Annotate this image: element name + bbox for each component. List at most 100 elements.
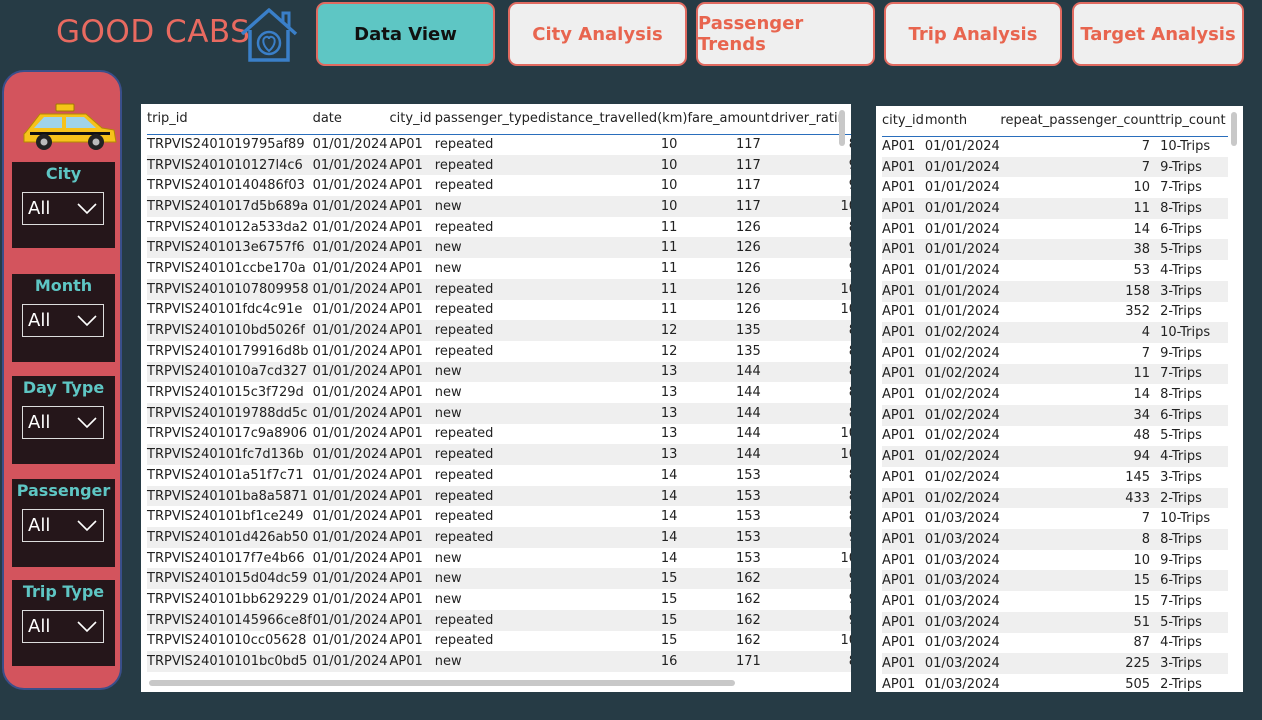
- trips-table-row[interactable]: TRPVIS2401013e6757f6 01/01/2024 AP01 new 11 1…: [147, 237, 851, 259]
- trips-table-row[interactable]: TRPVIS2401019795af89 01/01/2024 AP01 repeat…: [147, 134, 851, 155]
- trips-cell: TRPVIS240101fc7d136b: [147, 444, 313, 465]
- repeat-cell: AP01: [882, 221, 916, 237]
- trips-table-row[interactable]: TRPVIS240101bf1ce249 01/01/2024 AP01 repeat…: [147, 506, 851, 527]
- trips-cell: 10: [537, 196, 688, 217]
- repeat-column-header[interactable]: trip_count: [1160, 106, 1228, 137]
- repeat-table-row[interactable]: AP01 01/03/2024 15 7-Trips: [882, 591, 1228, 612]
- trip-type-dropdown-value: All: [28, 616, 51, 637]
- repeat-cell: 01/03/2024: [924, 611, 1001, 633]
- repeat-table-row[interactable]: AP01 01/01/2024 10 7-Trips: [882, 177, 1228, 198]
- repeat-table-row[interactable]: AP01 01/01/2024 38 5-Trips: [882, 239, 1228, 261]
- trips-column-header[interactable]: passenger_type: [434, 104, 538, 135]
- repeat-table-row[interactable]: AP01 01/03/2024 8 8-Trips: [882, 529, 1228, 550]
- repeat-cell: 8-Trips: [1160, 198, 1228, 219]
- trips-table-row[interactable]: TRPVIS240101fc7d136b 01/01/2024 AP01 repeat…: [147, 444, 851, 465]
- repeat-table-row[interactable]: AP01 01/03/2024 7 10-Trips: [882, 508, 1228, 529]
- trips-cell: 01/01/2024: [312, 609, 390, 631]
- trips-cell: new: [434, 196, 538, 217]
- trips-table-row[interactable]: TRPVIS24010107809958 01/01/2024 AP01 repeat…: [147, 278, 851, 300]
- trips-table-row[interactable]: TRPVIS240101ba8a5871 01/01/2024 AP01 repeat…: [147, 485, 851, 507]
- trips-table-row[interactable]: TRPVIS240101d426ab50 01/01/2024 AP01 repeat…: [147, 527, 851, 548]
- repeat-table-row[interactable]: AP01 01/01/2024 53 4-Trips: [882, 260, 1228, 281]
- repeat-table-row[interactable]: AP01 01/02/2024 433 2-Trips: [882, 487, 1228, 509]
- trips-table-row[interactable]: TRPVIS2401012a533da2 01/01/2024 AP01 repeat…: [147, 217, 851, 238]
- trips-cell: 153: [687, 485, 771, 507]
- tab-passenger-trends[interactable]: Passenger Trends: [696, 2, 875, 66]
- repeat-table-row[interactable]: AP01 01/02/2024 11 7-Trips: [882, 363, 1228, 385]
- trips-cell: 9: [771, 589, 851, 610]
- repeat-table-row[interactable]: AP01 01/03/2024 225 3-Trips: [882, 653, 1228, 674]
- repeat-table-row[interactable]: AP01 01/02/2024 7 9-Trips: [882, 343, 1228, 364]
- city-slicer-label: City: [45, 164, 82, 183]
- month-dropdown[interactable]: All: [22, 304, 104, 337]
- repeat-table-row[interactable]: AP01 01/03/2024 10 9-Trips: [882, 550, 1228, 571]
- repeat-table-row[interactable]: AP01 01/02/2024 145 3-Trips: [882, 467, 1228, 488]
- tab-trip-analysis[interactable]: Trip Analysis: [884, 2, 1062, 66]
- trips-column-header[interactable]: city_id: [389, 104, 435, 135]
- repeat-cell: 10: [1133, 552, 1151, 568]
- trips-table-row[interactable]: TRPVIS240101a51f7c71 01/01/2024 AP01 repeat…: [147, 465, 851, 486]
- trips-table-row[interactable]: TRPVIS24010140486f03 01/01/2024 AP01 repeat…: [147, 175, 851, 196]
- day-type-dropdown[interactable]: All: [22, 406, 104, 439]
- trips-table-row[interactable]: TRPVIS2401017f7e4b66 01/01/2024 AP01 new 14 1…: [147, 548, 851, 569]
- trips-table-row[interactable]: TRPVIS2401010a7cd327 01/01/2024 AP01 new 13 1…: [147, 361, 851, 383]
- tab-data-view[interactable]: Data View: [316, 2, 495, 66]
- repeat-vertical-scrollbar[interactable]: [1231, 112, 1237, 146]
- repeat-table-row[interactable]: AP01 01/03/2024 505 2-Trips: [882, 674, 1228, 692]
- trips-table-row[interactable]: TRPVIS24010179916d8b 01/01/2024 AP01 repeat…: [147, 341, 851, 362]
- repeat-column-header[interactable]: repeat_passenger_count: [1000, 106, 1161, 137]
- trips-table-row[interactable]: TRPVIS2401015c3f729d 01/01/2024 AP01 new 13 1…: [147, 382, 851, 403]
- trips-table-row[interactable]: TRPVIS2401010bd5026f 01/01/2024 AP01 repeat…: [147, 320, 851, 341]
- trips-table-row[interactable]: TRPVIS2401010127l4c6 01/01/2024 AP01 repeat…: [147, 154, 851, 176]
- trips-table-row[interactable]: TRPVIS2401017c9a8906 01/01/2024 AP01 repeat…: [147, 424, 851, 445]
- trips-cell: AP01: [389, 343, 423, 359]
- trips-table-row[interactable]: TRPVIS2401017d5b689a 01/01/2024 AP01 new 10 1…: [147, 196, 851, 217]
- trips-table-row[interactable]: TRPVIS2401019788dd5c 01/01/2024 AP01 new 13 1…: [147, 402, 851, 424]
- trips-cell: repeated: [434, 343, 494, 359]
- trips-cell: 14: [537, 527, 688, 548]
- trips-table-row[interactable]: TRPVIS240101ccbe170a 01/01/2024 AP01 new 11 1…: [147, 258, 851, 279]
- trips-cell: 162: [687, 568, 771, 590]
- trips-cell: 8: [770, 651, 851, 672]
- trips-table-row[interactable]: TRPVIS240101fdc4c91e 01/01/2024 AP01 repeat…: [147, 300, 851, 321]
- trips-horizontal-scrollbar[interactable]: [149, 680, 735, 686]
- repeat-table-row[interactable]: AP01 01/01/2024 14 6-Trips: [882, 219, 1228, 240]
- passenger-dropdown[interactable]: All: [22, 509, 104, 542]
- repeat-table-row[interactable]: AP01 01/03/2024 87 4-Trips: [882, 633, 1228, 654]
- repeat-table-row[interactable]: AP01 01/02/2024 48 5-Trips: [882, 426, 1228, 447]
- repeat-table-row[interactable]: AP01 01/02/2024 34 6-Trips: [882, 404, 1228, 426]
- trips-column-header[interactable]: distance_travelled(km): [537, 104, 688, 135]
- trips-table-row[interactable]: TRPVIS24010101bc0bd5 01/01/2024 AP01 new 16 1…: [147, 651, 851, 672]
- trip-type-dropdown[interactable]: All: [22, 610, 104, 643]
- trips-cell: 153: [736, 467, 761, 483]
- trips-column-header[interactable]: trip_id: [147, 104, 313, 135]
- repeat-column-header[interactable]: city_id: [882, 106, 925, 137]
- trips-table-row[interactable]: TRPVIS240101bb629229 01/01/2024 AP01 new 15 1…: [147, 589, 851, 610]
- trips-cell: AP01: [389, 609, 435, 631]
- trips-vertical-scrollbar[interactable]: [839, 110, 845, 146]
- repeat-cell: 01/03/2024: [924, 529, 1001, 550]
- repeat-table-row[interactable]: AP01 01/01/2024 7 10-Trips: [882, 136, 1228, 157]
- tab-city-analysis[interactable]: City Analysis: [508, 2, 687, 66]
- repeat-cell: AP01: [882, 280, 925, 302]
- repeat-table-row[interactable]: AP01 01/01/2024 352 2-Trips: [882, 302, 1228, 323]
- repeat-table-row[interactable]: AP01 01/02/2024 94 4-Trips: [882, 446, 1228, 467]
- trips-column-header[interactable]: fare_amount: [687, 104, 771, 135]
- repeat-table-row[interactable]: AP01 01/01/2024 11 8-Trips: [882, 198, 1228, 219]
- trips-table-row[interactable]: TRPVIS2401010cc05628 01/01/2024 AP01 repeat…: [147, 631, 851, 652]
- trips-column-header[interactable]: date: [312, 104, 390, 135]
- city-dropdown[interactable]: All: [22, 192, 104, 225]
- trips-cell: 14: [660, 467, 678, 483]
- repeat-table-row[interactable]: AP01 01/03/2024 51 5-Trips: [882, 611, 1228, 633]
- repeat-column-header[interactable]: month: [924, 106, 1001, 137]
- repeat-table-row[interactable]: AP01 01/01/2024 7 9-Trips: [882, 156, 1228, 178]
- repeat-table-row[interactable]: AP01 01/01/2024 158 3-Trips: [882, 280, 1228, 302]
- trips-cell: AP01: [389, 154, 435, 176]
- trips-table-row[interactable]: TRPVIS2401015d04dc59 01/01/2024 AP01 new 15 1…: [147, 568, 851, 590]
- repeat-table-row[interactable]: AP01 01/02/2024 4 10-Trips: [882, 322, 1228, 343]
- repeat-table-row[interactable]: AP01 01/02/2024 14 8-Trips: [882, 384, 1228, 405]
- trips-table-row[interactable]: TRPVIS24010145966ce8f 01/01/2024 AP01 repea…: [147, 609, 851, 631]
- trips-cell: TRPVIS240101ccbe170a: [147, 260, 306, 276]
- repeat-table-row[interactable]: AP01 01/03/2024 15 6-Trips: [882, 570, 1228, 592]
- tab-target-analysis[interactable]: Target Analysis: [1072, 2, 1244, 66]
